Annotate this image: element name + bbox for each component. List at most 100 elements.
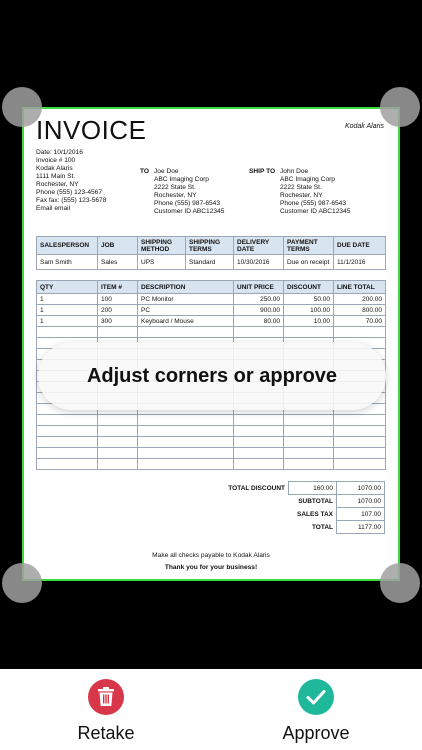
table-cell: PC Monitor <box>137 293 234 305</box>
table-cell: 200 <box>97 304 138 316</box>
instruction-banner: Adjust corners or approve <box>38 342 386 410</box>
sender-line: Fax fax: (555) 123-5678 <box>36 197 107 204</box>
table-cell: PC <box>137 304 234 316</box>
ship-to-line: Rochester, NY <box>280 192 323 199</box>
retake-button[interactable]: Retake <box>46 679 166 744</box>
thank-you-note: Thank you for your business! <box>164 564 258 571</box>
total-discount-value: 160.00 <box>288 481 337 495</box>
total-discount-row: TOTAL DISCOUNT 160.00 1070.00 <box>190 481 385 495</box>
table-header: PAYMENT TERMS <box>283 236 334 255</box>
table-cell: 1 <box>36 293 98 305</box>
table-cell: 300 <box>97 315 138 327</box>
recipient-line: Rochester, NY <box>154 192 197 199</box>
invoice-number: Invoice # 100 <box>36 157 76 164</box>
totals-table: TOTAL DISCOUNT 160.00 1070.00 SUBTOTAL 1… <box>190 481 385 534</box>
retake-label: Retake <box>77 723 135 743</box>
total-discount-label: TOTAL DISCOUNT <box>228 484 285 492</box>
table-row: 1 300 Keyboard / Mouse 80.00 10.00 70.00 <box>36 315 386 327</box>
table-row: Sam Smith Sales UPS Standard 10/30/2016 … <box>36 254 386 270</box>
sales-info-table: SALESPERSON JOB SHIPPING METHOD SHIPPING… <box>36 236 386 270</box>
ship-to-line: 2222 State St. <box>280 184 322 191</box>
table-cell: 1 <box>36 304 98 316</box>
empty-row <box>36 414 386 426</box>
table-cell: 800.00 <box>333 304 386 316</box>
table-header: DUE DATE <box>333 236 386 255</box>
table-cell: 50.00 <box>283 293 334 305</box>
table-cell: 100 <box>97 293 138 305</box>
sender-block: Date: 10/1/2016 Invoice # 100 Kodak Alar… <box>36 149 106 213</box>
table-row: 1 100 PC Monitor 250.00 50.00 200.00 <box>36 293 386 305</box>
table-cell: UPS <box>137 254 186 270</box>
table-cell: 10.00 <box>283 315 334 327</box>
total-row: TOTAL 1177.00 <box>190 520 385 534</box>
sender-line: Phone (555) 123-4567 <box>36 189 102 196</box>
ship-to-line: ABC Imaging Corp <box>280 176 335 183</box>
scan-preview-screen: INVOICE Kodak Alaris Date: 10/1/2016 Inv… <box>0 0 422 750</box>
empty-row <box>36 326 386 338</box>
table-cell: Standard <box>185 254 234 270</box>
table-cell: 1 <box>36 315 98 327</box>
table-cell: Due on receipt <box>283 254 334 270</box>
table-header: SHIPPING METHOD <box>137 236 186 255</box>
sales-tax-row: SALES TAX 107.00 <box>190 507 385 521</box>
table-header: DELIVERY DATE <box>233 236 284 255</box>
recipient-line: ABC Imaging Corp <box>154 176 209 183</box>
sender-line: Rochester, NY <box>36 181 79 188</box>
corner-handle-bottom-right[interactable] <box>380 563 420 603</box>
table-cell: 70.00 <box>333 315 386 327</box>
invoice-date: Date: 10/1/2016 <box>36 149 83 156</box>
sender-line: Kodak Alaris <box>36 165 73 172</box>
payable-note: Make all checks payable to Kodak Alaris <box>152 552 270 559</box>
table-row: 1 200 PC 900.00 100.00 800.00 <box>36 304 386 316</box>
discount-line-total: 1070.00 <box>336 481 385 495</box>
subtotal-value: 1070.00 <box>336 494 385 508</box>
table-cell: Sales <box>97 254 138 270</box>
table-header: UNIT PRICE <box>233 280 284 294</box>
corner-handle-bottom-left[interactable] <box>2 563 42 603</box>
empty-row <box>36 436 386 448</box>
table-header: ITEM # <box>97 280 138 294</box>
table-cell: 200.00 <box>333 293 386 305</box>
table-cell: 11/1/2016 <box>333 254 386 270</box>
table-header-row: QTY ITEM # DESCRIPTION UNIT PRICE DISCOU… <box>36 280 386 294</box>
corner-handle-top-right[interactable] <box>380 87 420 127</box>
invoice-title: INVOICE <box>36 115 147 145</box>
table-header: JOB <box>97 236 138 255</box>
action-bar: Retake Approve <box>0 669 422 750</box>
table-cell: 10/30/2016 <box>233 254 284 270</box>
table-header: SALESPERSON <box>36 236 98 255</box>
empty-row <box>36 458 386 470</box>
table-header: DISCOUNT <box>283 280 334 294</box>
corner-handle-top-left[interactable] <box>2 87 42 127</box>
brand-name: Kodak Alaris <box>344 123 384 130</box>
table-cell: Sam Smith <box>36 254 98 270</box>
sales-tax-label: SALES TAX <box>297 510 333 518</box>
recipient-line: Phone (555) 987-6543 <box>154 200 220 207</box>
table-cell: Keyboard / Mouse <box>137 315 234 327</box>
empty-row <box>36 447 386 459</box>
table-header: SHIPPING TERMS <box>185 236 234 255</box>
table-cell: 900.00 <box>233 304 284 316</box>
table-cell: 80.00 <box>233 315 284 327</box>
ship-to-line: Phone (555) 987-6543 <box>280 200 346 207</box>
approve-label: Approve <box>282 723 350 743</box>
recipient-block: Joe Doe ABC Imaging Corp 2222 State St. … <box>154 168 224 216</box>
ship-to-line: John Doe <box>280 168 309 175</box>
subtotal-label: SUBTOTAL <box>298 497 333 505</box>
table-header: LINE TOTAL <box>333 280 386 294</box>
empty-row <box>36 425 386 437</box>
sender-line: Email email <box>36 205 71 212</box>
table-header: DESCRIPTION <box>137 280 234 294</box>
table-cell: 100.00 <box>283 304 334 316</box>
trash-icon <box>88 679 124 715</box>
sales-tax-value: 107.00 <box>336 507 385 521</box>
recipient-line: Joe Doe <box>154 168 179 175</box>
ship-to-label: SHIP TO <box>249 168 276 175</box>
table-cell: 250.00 <box>233 293 284 305</box>
approve-button[interactable]: Approve <box>256 679 376 744</box>
subtotal-row: SUBTOTAL 1070.00 <box>190 494 385 508</box>
table-header: QTY <box>36 280 98 294</box>
total-label: TOTAL <box>311 523 333 531</box>
ship-to-line: Customer ID ABC12345 <box>280 208 351 215</box>
ship-to-block: John Doe ABC Imaging Corp 2222 State St.… <box>280 168 350 216</box>
